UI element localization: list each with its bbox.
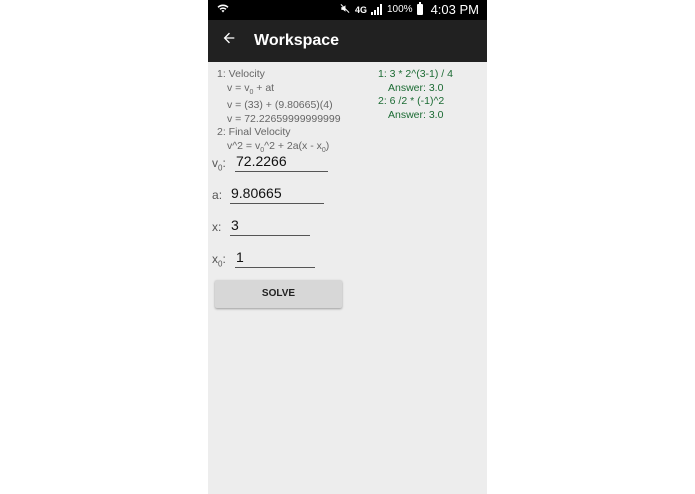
step-2-title: 2: Final Velocity xyxy=(217,126,291,139)
calc-1-expression: 1: 3 * 2^(3-1) / 4 xyxy=(378,68,453,80)
calc-2-answer: Answer: 3.0 xyxy=(388,108,444,121)
app-bar: Workspace xyxy=(208,20,487,62)
field-label-x: x: xyxy=(212,220,222,234)
solution-steps: 1: Velocity v = v0 + at v = (33) + (9.80… xyxy=(217,68,341,157)
step-1-title: 1: Velocity xyxy=(217,68,265,80)
mute-icon xyxy=(339,3,351,17)
calc-1-answer: Answer: 3.0 xyxy=(388,81,444,94)
field-label-v0: v0: xyxy=(212,156,226,173)
page-title: Workspace xyxy=(254,32,340,49)
signal-icon xyxy=(371,4,383,15)
x0-input[interactable]: 1 xyxy=(235,248,315,268)
field-label-x0: x0: xyxy=(212,252,226,269)
calc-2-expression: 2: 6 /2 * (-1)^2 xyxy=(378,95,445,107)
a-input[interactable]: 9.80665 xyxy=(230,184,324,204)
v0-input[interactable]: 72.2266 xyxy=(235,152,328,172)
status-bar: 4G 100% 4:03 PM xyxy=(208,0,487,20)
arrow-left-icon[interactable] xyxy=(221,29,237,51)
calculation-history: 1: 3 * 2^(3-1) / 4 Answer: 3.0 2: 6 /2 *… xyxy=(378,68,453,122)
step-1-result: v = 72.22659999999999 xyxy=(227,112,341,125)
network-type: 4G xyxy=(354,4,367,15)
phone-screen: 4G 100% 4:03 PM Workspace 1: Velocity v … xyxy=(208,0,487,494)
battery-icon xyxy=(416,2,423,15)
wifi-icon xyxy=(217,2,229,17)
step-1-substitution: v = (33) + (9.80665)(4) xyxy=(227,99,333,112)
solve-button[interactable]: SOLVE xyxy=(215,280,342,308)
clock: 4:03 PM xyxy=(430,2,479,17)
field-label-a: a: xyxy=(212,188,223,202)
battery-percent: 100% xyxy=(387,4,413,15)
x-input[interactable]: 3 xyxy=(230,216,310,236)
step-1-formula: v = v0 + at xyxy=(227,81,275,96)
